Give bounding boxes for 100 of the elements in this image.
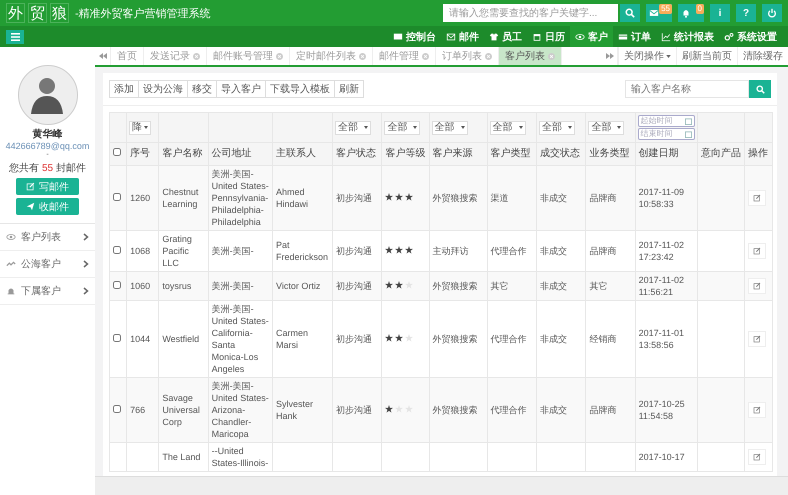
select-all-checkbox[interactable] (113, 148, 121, 156)
write-mail-button[interactable]: 写邮件 (16, 178, 79, 195)
filter-select[interactable]: 全部 (335, 120, 372, 134)
table-cell: 非成交 (540, 193, 567, 203)
logo-character: 外 (6, 3, 25, 23)
sort-select[interactable]: 降 (129, 120, 152, 134)
table-cell: 代理合作 (490, 334, 527, 344)
page-tab[interactable]: 邮件账号管理 (207, 47, 290, 65)
star-icon (385, 281, 394, 289)
column-header: 业务类型 (586, 142, 636, 166)
table-cell: 非成交 (540, 281, 567, 291)
column-header: 客户状态 (332, 142, 382, 166)
tab-action[interactable]: 刷新当前页 (676, 47, 737, 65)
table-cell: Savage Universal Corp (162, 393, 200, 427)
table-cell: Chestnut Learning (162, 187, 198, 209)
power-button[interactable] (762, 4, 782, 22)
edit-icon (753, 453, 762, 461)
toolbar-button[interactable]: 添加 (109, 80, 139, 98)
edit-button[interactable] (748, 278, 766, 294)
edit-button[interactable] (748, 190, 766, 206)
page-tab[interactable]: 定时邮件列表 (290, 47, 373, 65)
nav-item[interactable]: 统计报表 (656, 26, 719, 47)
edit-button[interactable] (748, 402, 766, 418)
close-icon (485, 52, 492, 60)
menu-button[interactable] (6, 30, 24, 44)
receive-mail-button[interactable]: 收邮件 (16, 198, 79, 215)
search-icon (756, 84, 764, 94)
table-cell: 美洲-美国-United States-Arizona-Chandler-Maricopa (212, 381, 269, 439)
toolbar-button[interactable]: 移交 (187, 80, 217, 98)
star-icon (385, 334, 394, 342)
table-cell: 2017-11-01 13:58:56 (638, 328, 684, 350)
filter-select[interactable]: 全部 (538, 120, 575, 134)
chart-icon (661, 32, 671, 42)
help-button[interactable]: ? (736, 4, 756, 22)
logo-character: 狼 (50, 3, 69, 23)
row-checkbox[interactable] (113, 193, 121, 201)
nav-item[interactable]: 邮件 (441, 26, 484, 47)
filter-select[interactable]: 全部 (384, 120, 420, 134)
edit-icon (753, 282, 762, 290)
nav-item[interactable]: 控制台 (388, 26, 441, 47)
tab-action[interactable]: 关闭操作 (618, 47, 676, 65)
edit-button[interactable] (748, 449, 766, 465)
nav-item[interactable]: 员工 (484, 26, 527, 47)
table-cell: 代理合作 (490, 405, 527, 415)
nav-item[interactable]: 订单 (613, 26, 656, 47)
nav-item[interactable]: 系统设置 (719, 26, 782, 47)
end-date-field[interactable]: 结束时间 (638, 128, 695, 140)
row-checkbox[interactable] (113, 334, 121, 342)
tab-action[interactable]: 清除缓存 (737, 47, 788, 65)
page-tab[interactable]: 邮件管理 (373, 47, 436, 65)
power-icon (767, 8, 777, 18)
table-cell: 品牌商 (589, 193, 616, 203)
toolbar-button[interactable]: 设为公海 (138, 80, 188, 98)
chevron-icon (83, 260, 89, 268)
toolbar-button[interactable]: 下载导入模板 (265, 80, 335, 98)
app-subtitle: -精准外贸客户营销管理系统 (75, 6, 211, 20)
eye-icon (575, 32, 585, 42)
star-icon (395, 334, 404, 342)
edit-button[interactable] (748, 243, 766, 259)
double-right-icon (606, 53, 614, 59)
start-date-field[interactable]: 起始时间 (638, 115, 695, 127)
star-icon (385, 405, 394, 413)
double-left-icon (98, 53, 106, 59)
filter-select[interactable]: 全部 (432, 120, 468, 134)
edit-icon (753, 194, 762, 202)
star-icon (385, 246, 394, 254)
mail-count-text: 您共有 55 封邮件 (9, 162, 86, 175)
row-checkbox[interactable] (113, 281, 121, 289)
table-cell: 1260 (130, 193, 150, 203)
page-tab[interactable]: 首页 (111, 47, 144, 65)
sidebar-item[interactable]: 下属客户 (0, 278, 95, 305)
edit-button[interactable] (748, 331, 766, 347)
table-cell: 外贸狼搜索 (432, 193, 478, 203)
nav-item[interactable]: 日历 (527, 26, 570, 47)
search-icon (625, 8, 635, 18)
column-header: 主联系人 (272, 142, 333, 166)
filter-select[interactable]: 全部 (588, 120, 624, 134)
star-icon (395, 193, 404, 201)
filter-select[interactable]: 全部 (490, 120, 526, 134)
table-cell: 其它 (589, 281, 608, 291)
edit-icon (26, 182, 35, 191)
page-tab[interactable]: 客户列表 (499, 47, 562, 65)
bell-icon (6, 286, 16, 296)
customer-search-field[interactable]: 输入客户名称 (625, 80, 749, 98)
search-button[interactable] (620, 4, 640, 22)
gears-icon (724, 32, 734, 42)
sidebar-item[interactable]: 公海客户 (0, 251, 95, 278)
row-checkbox[interactable] (113, 246, 121, 254)
column-header: 创建日期 (635, 142, 698, 166)
info-button[interactable]: i (710, 4, 730, 22)
search-button[interactable] (749, 80, 771, 98)
search-field[interactable]: 请输入您需要查找的客户关键字... (443, 4, 618, 22)
table-cell: 初步沟通 (336, 193, 372, 203)
sidebar-item[interactable]: 客户列表 (0, 224, 95, 251)
page-tab[interactable]: 发送记录 (144, 47, 207, 65)
column-header: 客户类型 (487, 142, 536, 166)
nav-item[interactable]: 客户 (570, 26, 613, 47)
toolbar-button[interactable]: 导入客户 (216, 80, 266, 98)
toolbar-button[interactable]: 刷新 (334, 80, 364, 98)
row-checkbox[interactable] (113, 405, 121, 413)
